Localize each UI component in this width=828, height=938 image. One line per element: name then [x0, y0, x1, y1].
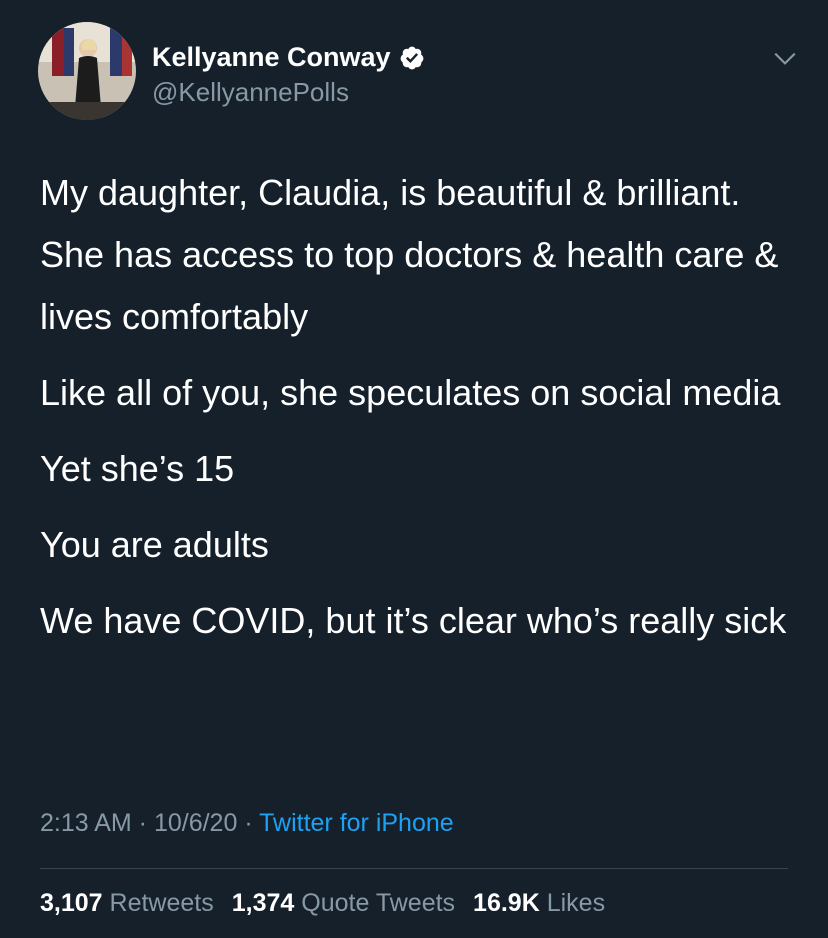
tweet-paragraph: We have COVID, but it’s clear who’s real…: [40, 600, 787, 641]
divider: [40, 868, 788, 869]
quote-tweets-count: 1,374: [231, 889, 295, 917]
tweet-paragraph: You are adults: [40, 524, 269, 565]
chevron-down-icon[interactable]: [772, 46, 798, 72]
retweets-stat[interactable]: 3,107 Retweets: [40, 889, 214, 918]
retweets-label: Retweets: [109, 889, 214, 917]
likes-stat[interactable]: 16.9K Likes: [473, 889, 605, 918]
tweet-date[interactable]: 10/6/20: [154, 809, 237, 837]
tweet-text: My daughter, Claudia, is beautiful & bri…: [40, 162, 790, 666]
author-name[interactable]: Kellyanne Conway: [152, 42, 391, 73]
meta-separator: ·: [237, 809, 260, 837]
likes-count: 16.9K: [473, 889, 540, 917]
author-name-row[interactable]: Kellyanne Conway: [152, 42, 425, 73]
tweet-stats: 3,107 Retweets 1,374 Quote Tweets 16.9K …: [40, 889, 605, 918]
tweet-source-link[interactable]: Twitter for iPhone: [259, 809, 454, 837]
avatar-image: [38, 22, 136, 120]
tweet-header: Kellyanne Conway @KellyannePolls: [38, 22, 798, 122]
quote-tweets-stat[interactable]: 1,374 Quote Tweets: [232, 889, 455, 918]
retweets-count: 3,107: [40, 889, 103, 917]
tweet-paragraph: Yet she’s 15: [40, 448, 235, 489]
meta-separator: ·: [131, 809, 154, 837]
avatar[interactable]: [38, 22, 136, 120]
tweet-time[interactable]: 2:13 AM: [40, 809, 132, 837]
verified-badge-icon: [400, 46, 423, 69]
tweet-paragraph: My daughter, Claudia, is beautiful & bri…: [40, 172, 779, 337]
quote-tweets-label: Quote Tweets: [301, 889, 456, 917]
tweet-paragraph: Like all of you, she speculates on socia…: [40, 372, 781, 413]
tweet-meta: 2:13 AM · 10/6/20 · Twitter for iPhone: [40, 809, 454, 838]
likes-label: Likes: [546, 889, 606, 917]
author-handle[interactable]: @KellyannePolls: [152, 77, 349, 108]
